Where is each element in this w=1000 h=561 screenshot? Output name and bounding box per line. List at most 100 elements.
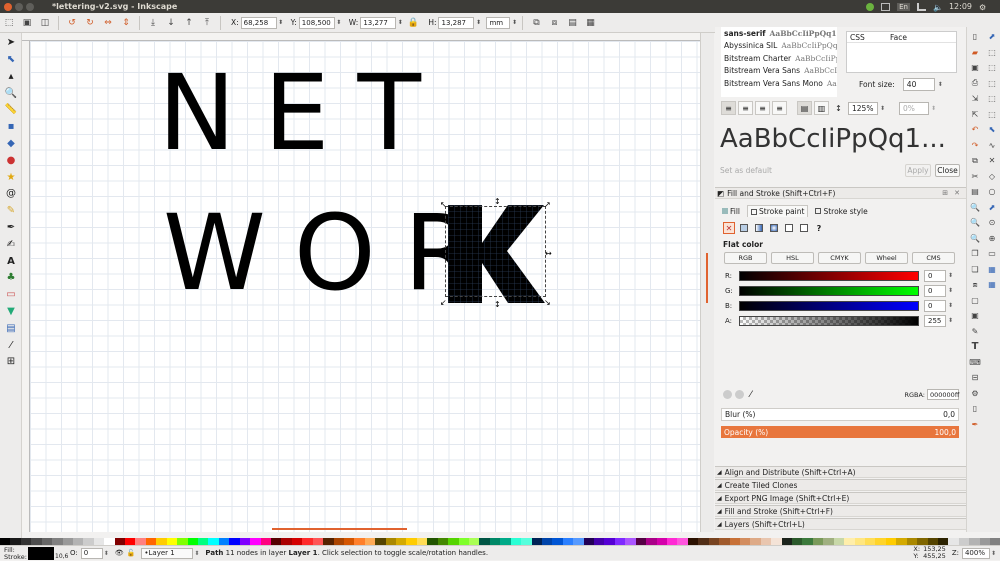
redo-icon[interactable]: ↷ (969, 139, 981, 151)
w-field[interactable]: 13,277 (360, 16, 397, 29)
palette-swatch[interactable] (406, 538, 417, 545)
palette-swatch[interactable] (229, 538, 240, 545)
pattern-icon[interactable] (783, 222, 795, 234)
palette-swatch[interactable] (62, 538, 73, 545)
close-dialog-icon[interactable]: ✕ (954, 189, 960, 197)
palette-swatch[interactable] (302, 538, 313, 545)
scale-handle-ne[interactable]: ↗ (544, 201, 551, 209)
palette-swatch[interactable] (479, 538, 490, 545)
xml-editor-icon[interactable]: ⌨ (969, 356, 981, 368)
y-spinner[interactable]: ⬍ (335, 17, 343, 29)
palette-swatch[interactable] (31, 538, 42, 545)
palette-swatch[interactable] (865, 538, 876, 545)
palette-swatch[interactable] (260, 538, 271, 545)
opacity-value[interactable]: 100,0 (935, 428, 956, 437)
lock-ratio-icon[interactable]: 🔒 (407, 17, 419, 29)
volume-icon[interactable]: 🔈 (933, 3, 943, 12)
font-row[interactable]: Bitstream CharterAaBbCcIiPpQ (721, 52, 837, 65)
maximize-window-button[interactable] (26, 2, 34, 11)
green-field[interactable]: 0 (924, 284, 946, 297)
fill-stroke-icon[interactable]: ✎ (969, 325, 981, 337)
tab-stroke-style[interactable]: Stroke style (812, 205, 870, 217)
fill-swatch[interactable] (28, 546, 54, 560)
align-icon[interactable]: ⊟ (969, 372, 981, 384)
palette-swatch[interactable] (114, 538, 126, 545)
line-spacing-field[interactable]: 125% (848, 101, 878, 115)
w-spinner[interactable]: ⬍ (396, 17, 404, 29)
palette-swatch[interactable] (531, 538, 542, 545)
blue-field[interactable]: 0 (924, 299, 946, 312)
transform-pattern-icon[interactable]: ▦ (584, 17, 596, 29)
red-slider[interactable] (739, 270, 919, 281)
palette-swatch[interactable] (385, 538, 397, 545)
palette-swatch[interactable] (250, 538, 261, 545)
palette-swatch[interactable] (375, 538, 386, 545)
select-all-icon[interactable]: ⬚ (3, 17, 15, 29)
raise-to-top-icon[interactable]: ⤒ (201, 17, 213, 29)
palette-swatch[interactable] (948, 538, 959, 545)
dock-layers[interactable]: ◢ Layers (Shift+Ctrl+L) (715, 518, 966, 530)
red-field[interactable]: 0 (924, 269, 946, 282)
palette-swatch[interactable] (885, 538, 897, 545)
restore-dialog-icon[interactable]: ⊞ (942, 189, 948, 197)
tab-fill[interactable]: Fill (719, 205, 743, 217)
zoom-field[interactable]: 400% (961, 547, 990, 559)
font-row[interactable]: sans-serifAaBbCcIiPpQq1234 (721, 27, 837, 40)
zoom-spinner[interactable]: ⬍ (991, 550, 996, 557)
fill-stroke-indicator[interactable]: Fill: Stroke: 10,6 (0, 546, 68, 561)
palette-swatch[interactable] (291, 538, 303, 545)
undo-icon[interactable]: ↶ (969, 124, 981, 136)
pick-color-icon[interactable]: ⁄ (750, 390, 752, 400)
dock-export-png[interactable]: ◢ Export PNG Image (Shift+Ctrl+E) (715, 492, 966, 504)
dock-align-distribute[interactable]: ◢ Align and Distribute (Shift+Ctrl+A) (715, 466, 966, 478)
flip-vertical-icon[interactable]: ⇕ (120, 17, 132, 29)
scale-corners-icon[interactable]: ⧈ (548, 17, 560, 29)
connector-tool-icon[interactable]: ⊞ (3, 355, 19, 369)
palette-swatch[interactable] (312, 538, 324, 545)
palette-swatch[interactable] (10, 538, 21, 545)
apply-button[interactable]: Apply (905, 164, 931, 177)
palette-swatch[interactable] (239, 538, 251, 545)
unit-dropdown-icon[interactable]: ⬍ (510, 17, 518, 29)
palette-swatch[interactable] (750, 538, 761, 545)
tab-hsl[interactable]: HSL (771, 252, 814, 264)
unlink-clone-icon[interactable]: ⧈ (969, 279, 981, 291)
snap-nodes-icon[interactable]: ⬉ (986, 124, 998, 136)
palette-swatch[interactable] (771, 538, 782, 545)
zoom-tool-icon[interactable]: 🔍 (3, 86, 19, 100)
font-row[interactable]: Abyssinica SILAaBbCcIiPpQq12 (721, 40, 837, 53)
palette-swatch[interactable] (792, 538, 803, 545)
tweak-tool-icon[interactable]: ▴ (3, 69, 19, 83)
snap-smooth-nodes-icon[interactable]: ○ (986, 186, 998, 198)
palette-swatch[interactable] (208, 538, 219, 545)
palette-swatch[interactable] (427, 538, 438, 545)
letter-spacing-field[interactable]: 0% (899, 101, 930, 115)
palette-swatch[interactable] (364, 538, 376, 545)
node-tool-icon[interactable]: ⬉ (3, 53, 19, 67)
palette-swatch[interactable] (875, 538, 886, 545)
measure-tool-icon[interactable]: 📏 (3, 103, 19, 117)
palette-swatch[interactable] (760, 538, 772, 545)
palette-swatch[interactable] (468, 538, 480, 545)
palette-swatch[interactable] (906, 538, 918, 545)
stroke-width[interactable]: 10,6 (55, 553, 68, 560)
clone-icon[interactable]: ❏ (969, 263, 981, 275)
palette-swatch[interactable] (0, 538, 11, 545)
tab-cmyk[interactable]: CMYK (818, 252, 861, 264)
palette-swatch[interactable] (604, 538, 615, 545)
horizontal-scroll-thumb[interactable] (272, 528, 407, 530)
vertical-scroll-thumb[interactable] (706, 253, 708, 303)
rgba-field[interactable]: 000000ff (927, 389, 959, 400)
horizontal-scrollbar[interactable] (30, 525, 700, 532)
opacity-spinner-status[interactable]: ⬍ (104, 550, 109, 557)
palette-swatch[interactable] (958, 538, 970, 545)
raise-icon[interactable]: ↑ (183, 17, 195, 29)
palette-swatch[interactable] (552, 538, 563, 545)
snap-bbox-centers-icon[interactable]: ⬚ (986, 108, 998, 120)
palette-swatch[interactable] (781, 538, 793, 545)
x-field[interactable]: 68,258 (240, 16, 277, 29)
green-spinner[interactable]: ⬍ (947, 287, 954, 294)
ungroup-icon[interactable]: ▣ (969, 310, 981, 322)
lower-icon[interactable]: ↓ (165, 17, 177, 29)
blue-spinner[interactable]: ⬍ (947, 302, 954, 309)
